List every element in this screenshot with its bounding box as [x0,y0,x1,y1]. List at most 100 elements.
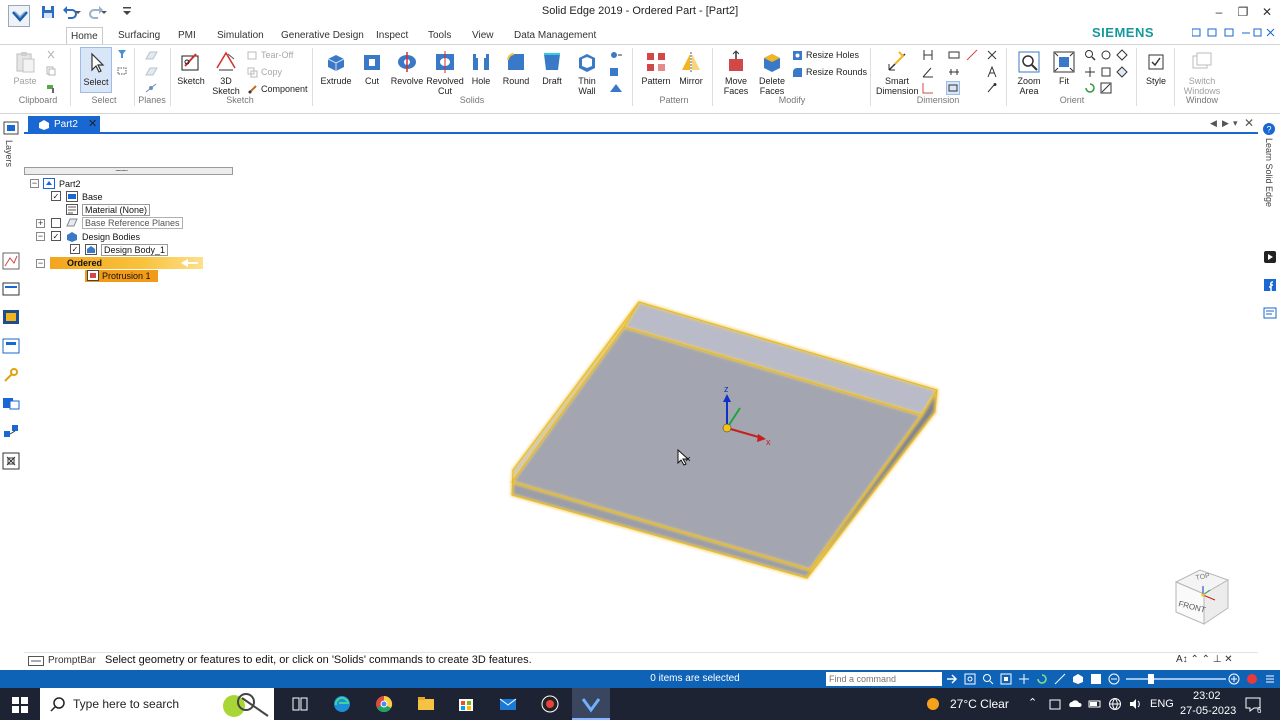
select-box-icon[interactable] [117,66,127,76]
record-icon[interactable] [1246,673,1258,685]
status-menu-icon[interactable] [1264,673,1276,685]
reference-planes-visibility-checkbox[interactable] [51,218,61,228]
design-bodies-visibility-checkbox[interactable]: ✓ [51,231,61,241]
parallel-plane-icon[interactable] [144,66,158,78]
weather-text[interactable]: 27°C Clear [950,697,1009,711]
look-at-icon[interactable] [1100,66,1112,78]
solids-more-2-icon[interactable] [609,66,623,78]
show-hidden-icons-chevron-icon[interactable]: ⌃ [1028,696,1037,709]
solids-more-3-icon[interactable] [609,82,623,94]
tab-simulation[interactable]: Simulation [213,27,268,44]
design-body-1-visibility-checkbox[interactable]: ✓ [70,244,80,254]
layers-panel-icon[interactable] [3,120,19,136]
more-planes-icon[interactable] [144,82,158,94]
coordinate-dimension-icon[interactable] [922,82,934,94]
zoom-status-icon[interactable] [982,673,994,685]
document-list-icon[interactable]: ▾ [1233,118,1238,129]
mirror-button[interactable]: Mirror [676,50,706,86]
chrome-icon[interactable] [374,694,394,714]
battery-icon[interactable] [1088,697,1102,711]
windows-start-icon[interactable] [12,697,28,713]
command-finder-go-icon[interactable] [946,673,958,685]
thin-wall-button[interactable]: Thin Wall [572,50,602,96]
edge-browser-icon[interactable] [332,694,352,714]
rotate-status-icon[interactable] [1036,673,1048,685]
volume-icon[interactable] [1128,697,1142,711]
views-status-icon[interactable] [1090,673,1102,685]
rollback-bar-icon[interactable] [180,259,198,267]
tear-off-button[interactable]: Tear-Off [247,49,293,61]
ribbon-window-controls[interactable] [1192,28,1276,38]
expander-part2[interactable]: − [30,179,39,188]
resize-rounds-button[interactable]: Resize Rounds [792,66,867,78]
clock-date[interactable]: 27-05-2023 [1180,705,1236,717]
find-command-input[interactable] [826,672,942,686]
cut-button[interactable]: Cut [358,50,386,86]
facebook-icon[interactable] [1263,278,1277,292]
tab-tools[interactable]: Tools [424,27,455,44]
style-button[interactable]: Style [1142,50,1170,86]
zoom-area-status-icon[interactable] [964,673,976,685]
file-explorer-icon[interactable] [416,694,436,714]
expander-base-reference-planes[interactable]: + [36,219,45,228]
zoom-out-status-icon[interactable] [1108,673,1120,685]
tab-generative-design[interactable]: Generative Design [277,27,368,44]
annotation-1-icon[interactable] [986,49,998,61]
select-filter-icon[interactable] [117,49,127,59]
tab-data-management[interactable]: Data Management [510,27,600,44]
pattern-button[interactable]: Pattern [638,50,674,86]
angle-between-icon[interactable] [922,66,934,78]
round-button[interactable]: Round [500,50,532,86]
coincident-plane-icon[interactable] [144,50,158,62]
recorder-app-icon[interactable] [540,694,560,714]
hole-button[interactable]: Hole [468,50,494,86]
dimension-style-1-icon[interactable] [948,49,960,61]
sketch-button[interactable]: Sketch [176,50,206,86]
pan-status-icon[interactable] [1018,673,1030,685]
youtube-icon[interactable] [1263,250,1277,264]
maximize-button[interactable]: ❐ [1234,4,1252,20]
help-icon[interactable]: ? [1262,122,1276,136]
color-manager-icon[interactable] [2,309,20,325]
plate-model[interactable]: z x [500,290,950,590]
variable-table-icon[interactable] [2,452,20,470]
annotation-leader-icon[interactable] [986,82,998,94]
prompt-bar-controls[interactable]: A↕ ⌃ ⌃ ⊥ ✕ [1176,654,1233,665]
component-button[interactable]: Component [247,83,308,95]
rotate-icon[interactable] [1084,82,1096,94]
zoom-in-status-icon[interactable] [1228,673,1240,685]
dimension-style-3-icon[interactable] [946,81,960,95]
select-button[interactable]: Select [80,47,112,93]
tab-pmi[interactable]: PMI [174,27,200,44]
paste-button[interactable]: Paste [8,50,42,86]
microsoft-store-icon[interactable] [456,694,476,714]
revolved-cut-button[interactable]: Revolved Cut [426,50,464,96]
sketch-3d-button[interactable]: 3D Sketch [211,50,241,96]
switch-windows-button[interactable]: Switch Windows [1180,50,1224,96]
expander-ordered[interactable]: − [36,259,45,268]
mail-icon[interactable] [498,694,518,714]
language-indicator[interactable]: ENG [1150,698,1174,710]
previous-document-icon[interactable]: ◀ [1210,118,1217,129]
close-all-documents-icon[interactable]: ✕ [1244,116,1254,130]
task-view-icon[interactable] [290,694,310,714]
tab-home[interactable]: Home [66,27,103,44]
next-document-icon[interactable]: ▶ [1222,118,1229,129]
solids-more-1-icon[interactable] [609,49,623,61]
community-icon[interactable] [1263,306,1277,320]
resize-holes-button[interactable]: Resize Holes [792,49,859,61]
close-button[interactable]: ✕ [1258,4,1276,20]
copy-clipboard-icon[interactable] [46,66,56,76]
learn-solid-edge-tab[interactable]: Learn Solid Edge [1264,138,1274,207]
onedrive-icon[interactable] [1068,697,1082,711]
distance-between-icon[interactable] [922,49,934,61]
view-orient-icon[interactable] [1116,49,1128,61]
prompt-bar-icon[interactable] [28,656,44,666]
extrude-button[interactable]: Extrude [318,50,354,86]
view-style-status-icon[interactable] [1072,673,1084,685]
copy-button[interactable]: Copy [247,66,282,78]
base-visibility-checkbox[interactable]: ✓ [51,191,61,201]
named-views-icon[interactable] [1116,66,1128,78]
zoom-slider-thumb[interactable] [1148,674,1154,684]
delete-faces-button[interactable]: Delete Faces [754,50,790,96]
